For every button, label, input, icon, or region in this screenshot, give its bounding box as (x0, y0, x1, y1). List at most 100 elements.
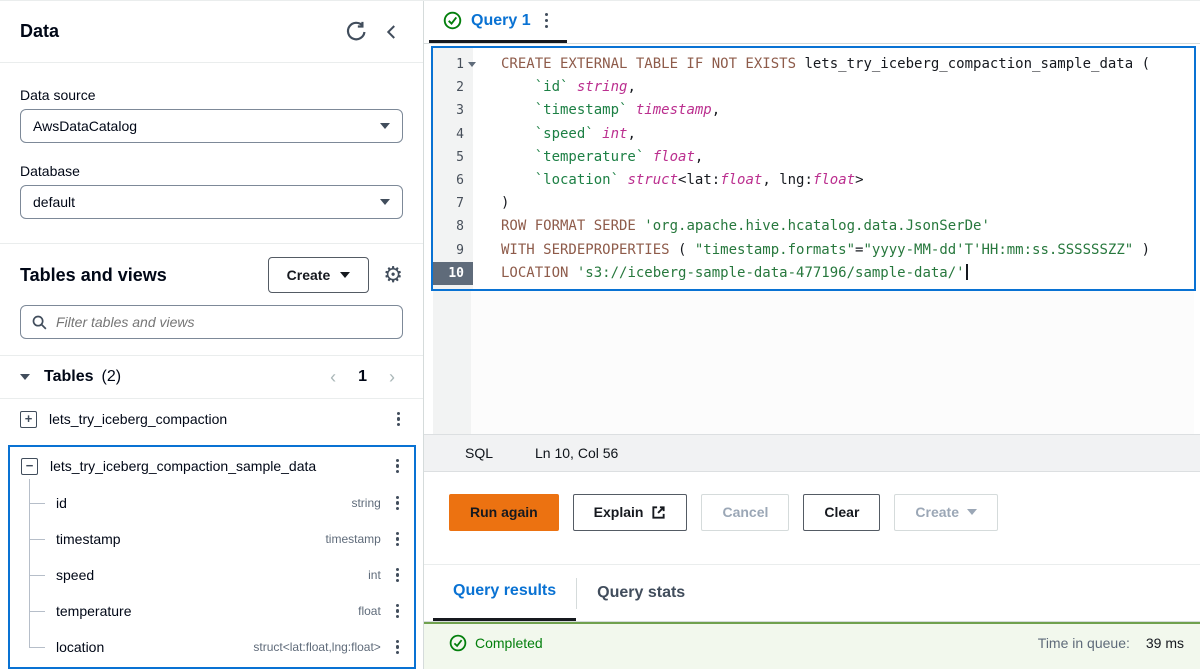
code-line: ) (501, 192, 1194, 215)
collapse-tables-icon[interactable] (20, 374, 30, 380)
line-number: 1 (433, 53, 473, 76)
column-type: struct<lat:float,lng:float> (253, 640, 380, 654)
chevron-down-icon (340, 272, 350, 278)
column-type: float (358, 604, 381, 618)
data-source-label: Data source (20, 87, 403, 103)
collapse-icon[interactable]: − (21, 458, 38, 475)
page-prev-button[interactable]: ‹ (322, 367, 344, 388)
refresh-button[interactable] (343, 19, 369, 45)
filter-tables-input[interactable] (56, 314, 392, 330)
column-name: speed (56, 567, 358, 583)
data-source-select[interactable]: AwsDataCatalog (20, 109, 403, 143)
code-line: `timestamp` timestamp, (501, 99, 1194, 122)
kebab-menu-icon[interactable] (391, 601, 404, 622)
editor-code-area[interactable]: CREATE EXTERNAL TABLE IF NOT EXISTS lets… (473, 48, 1194, 289)
line-number: 3 (433, 99, 473, 122)
tables-and-views-header: Tables and views Create ⚙ (0, 244, 423, 301)
create-button-label: Create (287, 267, 331, 283)
table-name[interactable]: lets_try_iceberg_compaction (49, 411, 380, 427)
cancel-button[interactable]: Cancel (701, 494, 789, 531)
line-number: 2 (433, 76, 473, 99)
kebab-menu-icon[interactable] (391, 565, 404, 586)
column-row[interactable]: timestamp timestamp (10, 521, 414, 557)
code-line: `speed` int, (501, 123, 1194, 146)
status-completed: Completed (475, 635, 543, 651)
tables-group-row: Tables (2) ‹ 1 › (0, 356, 423, 398)
code-line: `id` string, (501, 76, 1194, 99)
editor-empty-area[interactable] (433, 291, 1194, 434)
sidebar-header: Data (0, 1, 423, 63)
chevron-down-icon (380, 199, 390, 205)
chevron-left-icon (383, 23, 401, 41)
kebab-menu-icon[interactable] (392, 409, 405, 430)
data-sidebar: Data Data source AwsDataCat (0, 1, 424, 669)
line-number: 8 (433, 215, 473, 238)
database-label: Database (20, 163, 403, 179)
tables-group-label: Tables (44, 368, 94, 386)
kebab-menu-icon[interactable] (391, 637, 404, 658)
kebab-menu-icon[interactable] (391, 493, 404, 514)
column-name: timestamp (56, 531, 315, 547)
gear-icon[interactable]: ⚙ (383, 264, 403, 286)
tables-count: (2) (102, 368, 122, 386)
query-tab-menu-icon[interactable] (540, 10, 553, 31)
column-row[interactable]: speed int (10, 557, 414, 593)
line-number: 7 (433, 192, 473, 215)
time-in-queue-value: 39 ms (1146, 635, 1184, 651)
fold-caret-icon[interactable] (468, 62, 476, 67)
table-row-expanded[interactable]: − lets_try_iceberg_compaction_sample_dat… (10, 447, 414, 485)
tree-line (29, 539, 45, 540)
check-circle-icon (449, 634, 467, 652)
explain-button[interactable]: Explain (573, 494, 688, 531)
table-name[interactable]: lets_try_iceberg_compaction_sample_data (50, 458, 379, 474)
column-type: timestamp (325, 532, 380, 546)
expand-icon[interactable]: + (20, 411, 37, 428)
sidebar-title: Data (20, 21, 59, 42)
column-type: int (368, 568, 381, 582)
column-name: location (56, 639, 243, 655)
column-row[interactable]: location struct<lat:float,lng:float> (10, 629, 414, 665)
external-link-icon (651, 505, 666, 520)
create-button[interactable]: Create (268, 257, 370, 293)
clear-button[interactable]: Clear (803, 494, 880, 531)
page-next-button[interactable]: › (381, 367, 403, 388)
language-indicator: SQL (465, 445, 493, 461)
code-line: ROW FORMAT SERDE 'org.apache.hive.hcatal… (501, 215, 1194, 238)
column-row[interactable]: temperature float (10, 593, 414, 629)
line-number: 10 (433, 262, 473, 285)
sql-editor[interactable]: 12345678910 CREATE EXTERNAL TABLE IF NOT… (431, 46, 1196, 291)
tables-and-views-title: Tables and views (20, 265, 268, 286)
line-number: 5 (433, 146, 473, 169)
actions-toolbar: Run again Explain Cancel Clear Create (424, 472, 1200, 531)
query-tab-label: Query 1 (471, 12, 531, 30)
cursor-position: Ln 10, Col 56 (535, 445, 618, 461)
column-list: idstring timestamp timestamp speed int temper… (10, 485, 414, 665)
database-select[interactable]: default (20, 185, 403, 219)
column-name: temperature (56, 603, 348, 619)
create-query-button[interactable]: Create (894, 494, 998, 531)
line-number: 4 (433, 123, 473, 146)
filter-section (0, 301, 423, 355)
source-database-section: Data source AwsDataCatalog Database defa… (0, 63, 423, 243)
editor-gutter-extension (433, 291, 471, 434)
chevron-down-icon (967, 509, 977, 515)
run-again-button[interactable]: Run again (449, 494, 559, 531)
kebab-menu-icon[interactable] (391, 529, 404, 550)
text-cursor (966, 264, 968, 280)
line-number: 9 (433, 239, 473, 262)
tab-query-results[interactable]: Query results (433, 565, 576, 621)
collapse-panel-button[interactable] (381, 21, 403, 43)
tab-query-stats[interactable]: Query stats (577, 565, 705, 621)
kebab-menu-icon[interactable] (391, 456, 404, 477)
create-query-label: Create (915, 504, 959, 520)
column-row[interactable]: idstring (10, 485, 414, 521)
code-line: LOCATION 's3://iceberg-sample-data-47719… (501, 262, 1194, 285)
query-tab-bar: Query 1 (424, 1, 1200, 44)
chevron-down-icon (380, 123, 390, 129)
column-name: id (56, 495, 341, 511)
check-circle-icon (443, 11, 462, 30)
query-tab[interactable]: Query 1 (429, 1, 567, 43)
code-line: WITH SERDEPROPERTIES ( "timestamp.format… (501, 239, 1194, 262)
code-line: CREATE EXTERNAL TABLE IF NOT EXISTS lets… (501, 53, 1194, 76)
table-row-collapsed[interactable]: + lets_try_iceberg_compaction (0, 399, 423, 439)
